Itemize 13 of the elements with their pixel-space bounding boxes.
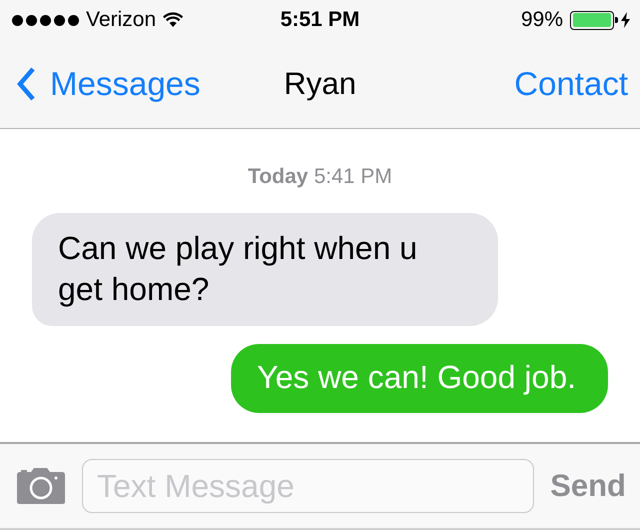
message-timestamp: Today 5:41 PM <box>246 165 394 189</box>
signal-icon <box>12 14 79 26</box>
carrier-name: Verizon <box>86 8 156 32</box>
back-button[interactable]: Messages <box>16 65 200 103</box>
back-chevron-icon <box>16 66 36 102</box>
outgoing-message-bubble: Yes we can! Good job. <box>230 344 608 413</box>
contact-button[interactable]: Contact <box>514 65 628 103</box>
clock-time: 5:51 PM <box>280 8 360 32</box>
battery-percent: 99% <box>520 8 563 32</box>
incoming-message-bubble: Can we play right when u get home? <box>32 213 498 326</box>
camera-icon[interactable] <box>16 467 66 505</box>
wifi-icon <box>163 12 184 28</box>
contact-name-title: Ryan <box>284 66 356 102</box>
